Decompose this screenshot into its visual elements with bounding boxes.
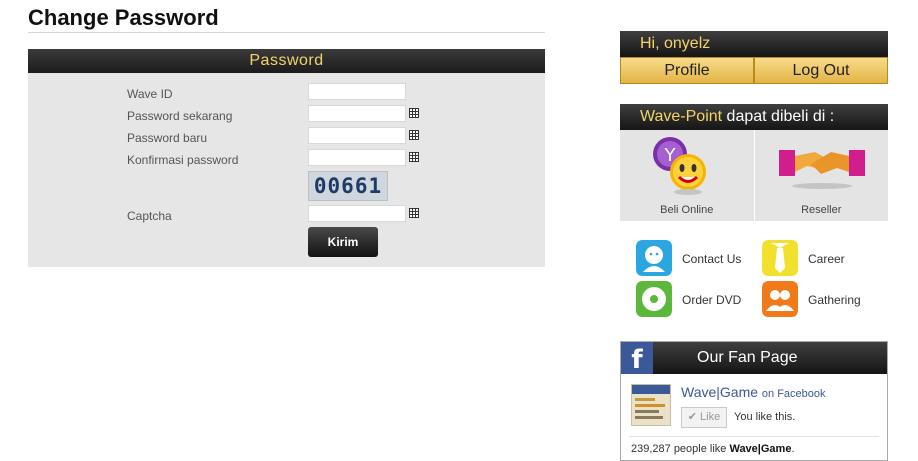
submit-button[interactable]: Kirim [308, 227, 378, 257]
captcha-input[interactable] [308, 205, 406, 222]
captcha-label: Captcha [127, 209, 172, 223]
facebook-f-icon: f [621, 342, 653, 375]
virtual-keyboard-icon[interactable] [409, 152, 419, 162]
user-panel: Hi, onyelz Profile Log Out [620, 31, 888, 84]
contact-icon [636, 240, 672, 276]
gathering-icon [762, 281, 798, 317]
fan-count-page: Wave|Game [729, 443, 792, 455]
like-button-label: Like [700, 411, 721, 423]
buy-wave-point-panel: Wave-Point dapat dibeli di : Y Beli Onli… [620, 104, 888, 221]
like-button[interactable]: ✔ Like [681, 407, 727, 428]
order-dvd-label: Order DVD [682, 293, 742, 307]
facebook-fanpage-widget: f Our Fan Page Wave|Game on Facebook ✔ L… [620, 341, 888, 461]
user-actions: Profile Log Out [620, 57, 888, 84]
virtual-keyboard-icon[interactable] [409, 108, 419, 118]
user-greeting: Hi, onyelz [620, 31, 888, 57]
fanpage-divider [629, 436, 879, 437]
reseller-link[interactable]: Reseller [755, 130, 889, 221]
confirm-password-input[interactable] [308, 149, 406, 166]
order-dvd-link[interactable]: Order DVD [636, 281, 766, 319]
buy-online-link[interactable]: Y Beli Online [620, 130, 755, 221]
wave-id-label: Wave ID [127, 87, 173, 101]
buy-header-text: dapat dibeli di : [722, 108, 835, 125]
dvd-icon [636, 281, 672, 317]
confirm-password-label: Konfirmasi password [127, 153, 239, 167]
page-thumbnail-image[interactable] [631, 384, 671, 426]
logout-button[interactable]: Log Out [754, 57, 888, 84]
virtual-keyboard-icon[interactable] [409, 130, 419, 140]
fan-count-prefix: 239,287 people like [631, 443, 730, 455]
gathering-link[interactable]: Gathering [762, 281, 892, 319]
change-password-form: Password Wave ID Password sekarang Passw… [28, 49, 545, 267]
handshake-icon [778, 150, 865, 189]
fan-count: 239,287 people like Wave|Game. [631, 443, 795, 455]
career-tie-icon [762, 240, 798, 276]
new-password-label: Password baru [127, 131, 208, 145]
current-password-input[interactable] [308, 105, 406, 122]
contact-us-link[interactable]: Contact Us [636, 240, 766, 278]
page-thumbnail-art [632, 385, 670, 419]
fan-count-suffix: . [791, 443, 795, 455]
career-label: Career [808, 252, 845, 266]
new-password-input[interactable] [308, 127, 406, 144]
virtual-keyboard-icon[interactable] [409, 208, 419, 218]
wave-point-brand: Wave-Point [640, 108, 723, 125]
fanpage-name: Wave|Game [681, 384, 759, 400]
quick-links: Contact Us Career Order DVD Gathering [636, 240, 896, 320]
fanpage-title: Our Fan Page [697, 349, 798, 366]
buy-header: Wave-Point dapat dibeli di : [620, 104, 888, 130]
fanpage-link[interactable]: Wave|Game on Facebook [681, 384, 826, 400]
like-status: You like this. [734, 411, 796, 423]
on-facebook-text: on Facebook [761, 388, 826, 400]
gathering-label: Gathering [808, 293, 861, 307]
like-check-icon: ✔ [687, 411, 697, 423]
reseller-label: Reseller [801, 204, 842, 216]
yahoo-messenger-icon: Y [653, 137, 706, 195]
wave-id-input[interactable] [308, 83, 406, 100]
buy-online-label: Beli Online [660, 204, 714, 216]
form-header: Password [28, 49, 545, 73]
current-password-label: Password sekarang [127, 109, 233, 123]
title-divider [28, 32, 545, 33]
contact-us-label: Contact Us [682, 252, 742, 266]
career-link[interactable]: Career [762, 240, 892, 278]
page-title: Change Password [28, 5, 219, 30]
fanpage-header: f Our Fan Page [621, 342, 887, 375]
profile-button[interactable]: Profile [620, 57, 754, 84]
captcha-image: 00661 [308, 171, 388, 201]
